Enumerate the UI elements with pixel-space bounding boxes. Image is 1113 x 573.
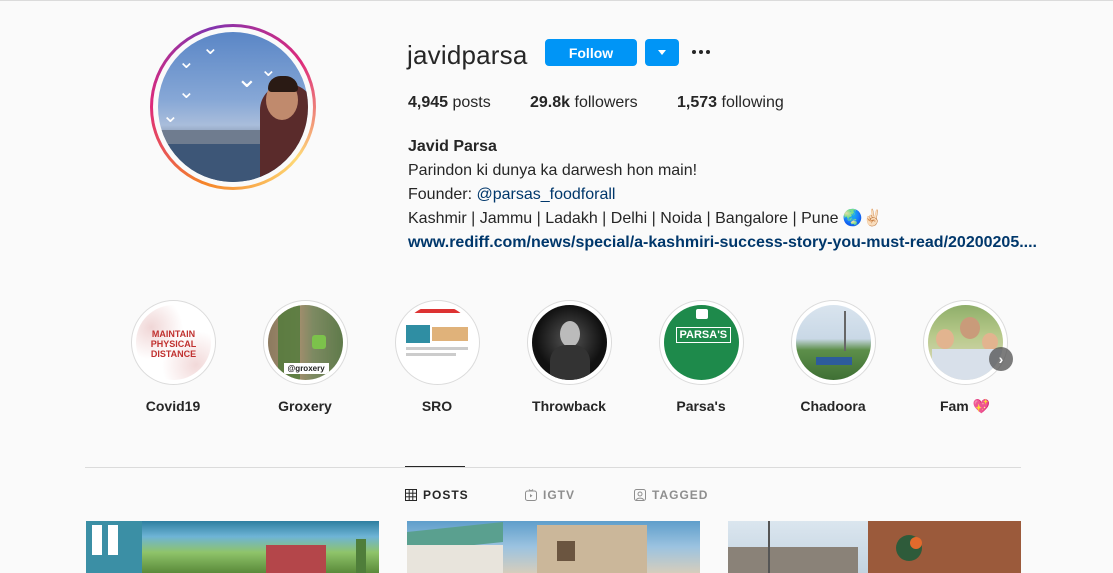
- highlight-groxery[interactable]: @groxery Groxery: [250, 300, 360, 414]
- highlight-label: Fam 💖: [939, 398, 991, 414]
- highlight-cover-text: MAINTAIN PHYSICAL DISTANCE: [150, 329, 197, 359]
- locations-line: Kashmir | Jammu | Ladakh | Delhi | Noida…: [408, 210, 883, 227]
- follow-button[interactable]: Follow: [545, 39, 637, 66]
- tab-posts[interactable]: POSTS: [405, 488, 469, 502]
- highlight-cover-text: PARSA'S: [675, 327, 732, 343]
- highlight-label: Chadoora: [800, 398, 866, 414]
- tagged-icon: [634, 489, 646, 501]
- highlight-covid19[interactable]: MAINTAIN PHYSICAL DISTANCE Covid19: [118, 300, 228, 414]
- highlight-label: Throwback: [532, 398, 606, 414]
- following-count: 1,573: [677, 94, 718, 111]
- tab-tagged[interactable]: TAGGED: [634, 488, 708, 502]
- avatar-image: ⌄ ⌄ ⌄ ⌄ ⌄ ⌄: [158, 32, 308, 182]
- highlight-chadoora[interactable]: Chadoora: [778, 300, 888, 414]
- profile-bio: Javid Parsa Parindon ki dunya ka darwesh…: [408, 135, 1037, 255]
- highlight-label: Groxery: [278, 398, 332, 414]
- posts-label: posts: [452, 94, 491, 111]
- post-thumbnail[interactable]: [407, 521, 700, 573]
- highlight-label: Covid19: [145, 398, 201, 414]
- tab-label: POSTS: [423, 488, 469, 502]
- post-thumbnail[interactable]: [728, 521, 1021, 573]
- top-border: [0, 0, 1113, 1]
- highlight-cover: [394, 300, 480, 385]
- chevron-right-icon: ›: [998, 351, 1004, 367]
- chevron-down-icon: [658, 50, 666, 55]
- grid-icon: [405, 489, 417, 501]
- profile-avatar[interactable]: ⌄ ⌄ ⌄ ⌄ ⌄ ⌄: [150, 24, 316, 190]
- profile-username: javidparsa: [407, 40, 528, 70]
- highlight-cover: PARSA'S: [658, 300, 744, 385]
- founder-mention-link[interactable]: @parsas_foodforall: [476, 186, 615, 203]
- highlight-throwback[interactable]: Throwback: [514, 300, 624, 414]
- website-link[interactable]: www.rediff.com/news/special/a-kashmiri-s…: [408, 231, 1037, 255]
- followers-count: 29.8k: [530, 94, 571, 111]
- highlights-next-arrow[interactable]: ›: [989, 347, 1013, 371]
- followers-stat[interactable]: 29.8k followers: [530, 94, 638, 112]
- highlight-cover: [790, 300, 876, 385]
- tab-label: TAGGED: [652, 488, 709, 502]
- posts-count: 4,945: [408, 94, 449, 111]
- tab-igtv[interactable]: IGTV: [525, 488, 575, 502]
- followers-label: followers: [574, 94, 638, 111]
- more-dots-icon: [692, 50, 696, 54]
- highlight-cover-text: @groxery: [283, 363, 329, 374]
- founder-prefix: Founder:: [408, 186, 477, 203]
- posts-stat: 4,945 posts: [408, 94, 491, 112]
- founder-line: Founder: @parsas_foodforall: [408, 183, 1037, 207]
- active-tab-indicator: [405, 466, 465, 467]
- following-label: following: [721, 94, 784, 111]
- highlight-cover: @groxery: [262, 300, 348, 385]
- highlight-label: SRO: [421, 398, 453, 414]
- post-thumbnail[interactable]: [86, 521, 379, 573]
- full-name: Javid Parsa: [408, 138, 497, 155]
- highlight-cover: [526, 300, 612, 385]
- highlight-parsas[interactable]: PARSA'S Parsa's: [646, 300, 756, 414]
- tabs-divider: [85, 467, 1021, 468]
- tab-label: IGTV: [543, 488, 576, 502]
- more-options-button[interactable]: [692, 44, 716, 60]
- highlight-cover: [922, 300, 1008, 385]
- following-stat[interactable]: 1,573 following: [677, 94, 784, 112]
- highlight-cover: MAINTAIN PHYSICAL DISTANCE: [130, 300, 216, 385]
- bio-line: Parindon ki dunya ka darwesh hon main!: [408, 162, 698, 179]
- suggested-accounts-button[interactable]: [645, 39, 679, 66]
- igtv-icon: [525, 489, 537, 501]
- highlight-sro[interactable]: SRO: [382, 300, 492, 414]
- highlight-label: Parsa's: [676, 398, 726, 414]
